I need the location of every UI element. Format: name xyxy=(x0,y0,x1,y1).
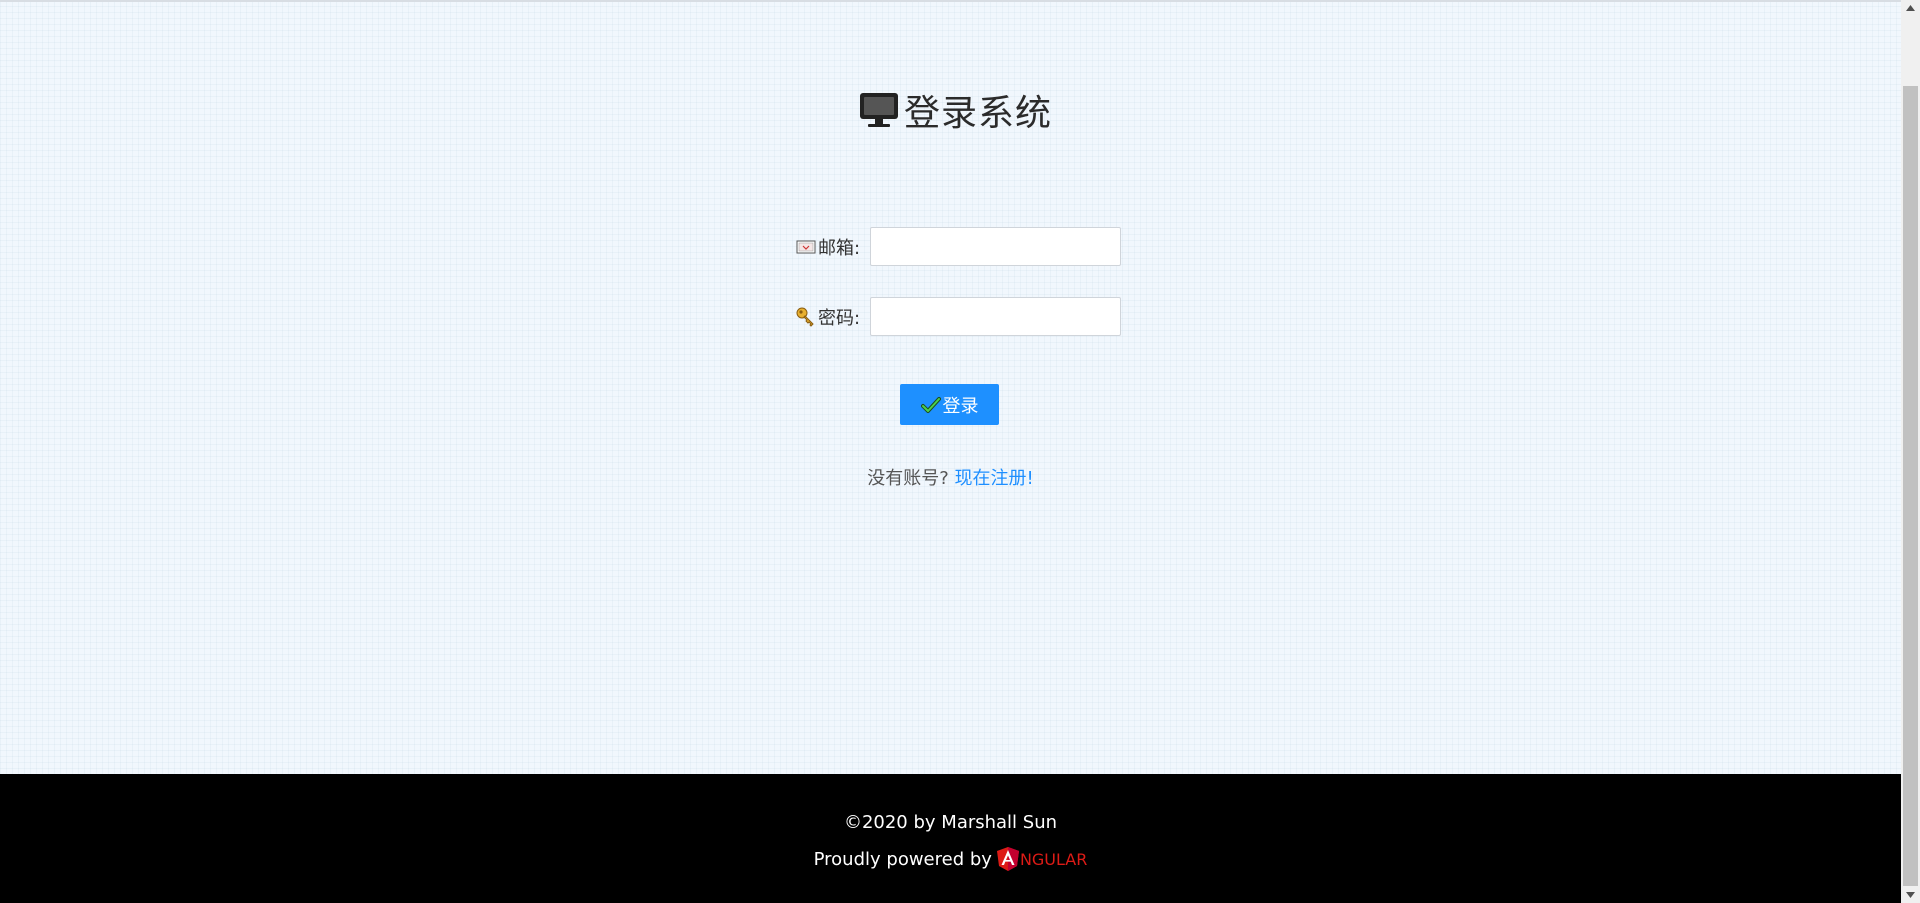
login-button-label: 登录 xyxy=(942,395,979,417)
footer-powered-by: Proudly powered by NGULAR xyxy=(0,847,1901,871)
envelope-icon xyxy=(795,236,817,258)
register-prompt: 没有账号? 现在注册! xyxy=(0,464,1901,490)
password-field[interactable] xyxy=(870,297,1121,336)
footer: ©2020 by Marshall Sun Proudly powered by… xyxy=(0,774,1901,903)
password-row: 密码: xyxy=(795,297,1121,336)
angular-icon xyxy=(996,847,1019,871)
register-link[interactable]: 现在注册! xyxy=(955,468,1034,489)
checkmark-icon xyxy=(920,395,941,415)
angular-link[interactable]: NGULAR xyxy=(996,847,1088,871)
login-button[interactable]: 登录 xyxy=(900,384,999,425)
email-label-text: 邮箱: xyxy=(818,237,861,259)
scrollbar-thumb[interactable] xyxy=(1903,86,1918,886)
angular-text: NGULAR xyxy=(1019,849,1088,869)
powered-by-text: Proudly powered by xyxy=(813,848,992,870)
vertical-scrollbar[interactable] xyxy=(1901,0,1920,903)
password-label-text: 密码: xyxy=(818,307,861,329)
email-label: 邮箱: xyxy=(795,234,870,260)
register-prompt-text: 没有账号? xyxy=(867,468,949,489)
monitor-icon xyxy=(858,88,902,132)
page-title: 登录系统 xyxy=(858,84,1052,136)
footer-copyright: ©2020 by Marshall Sun xyxy=(843,812,1058,833)
email-field[interactable] xyxy=(870,227,1121,266)
email-row: 邮箱: xyxy=(795,227,1121,266)
password-label: 密码: xyxy=(795,304,870,330)
scroll-up-arrow-icon[interactable] xyxy=(1901,0,1920,16)
page-title-text: 登录系统 xyxy=(904,93,1053,134)
scroll-down-arrow-icon[interactable] xyxy=(1901,887,1920,903)
main-content: 登录系统 邮箱: 密码: 登录 没有账号? 现在注册! xyxy=(0,0,1901,774)
key-icon xyxy=(795,306,817,328)
